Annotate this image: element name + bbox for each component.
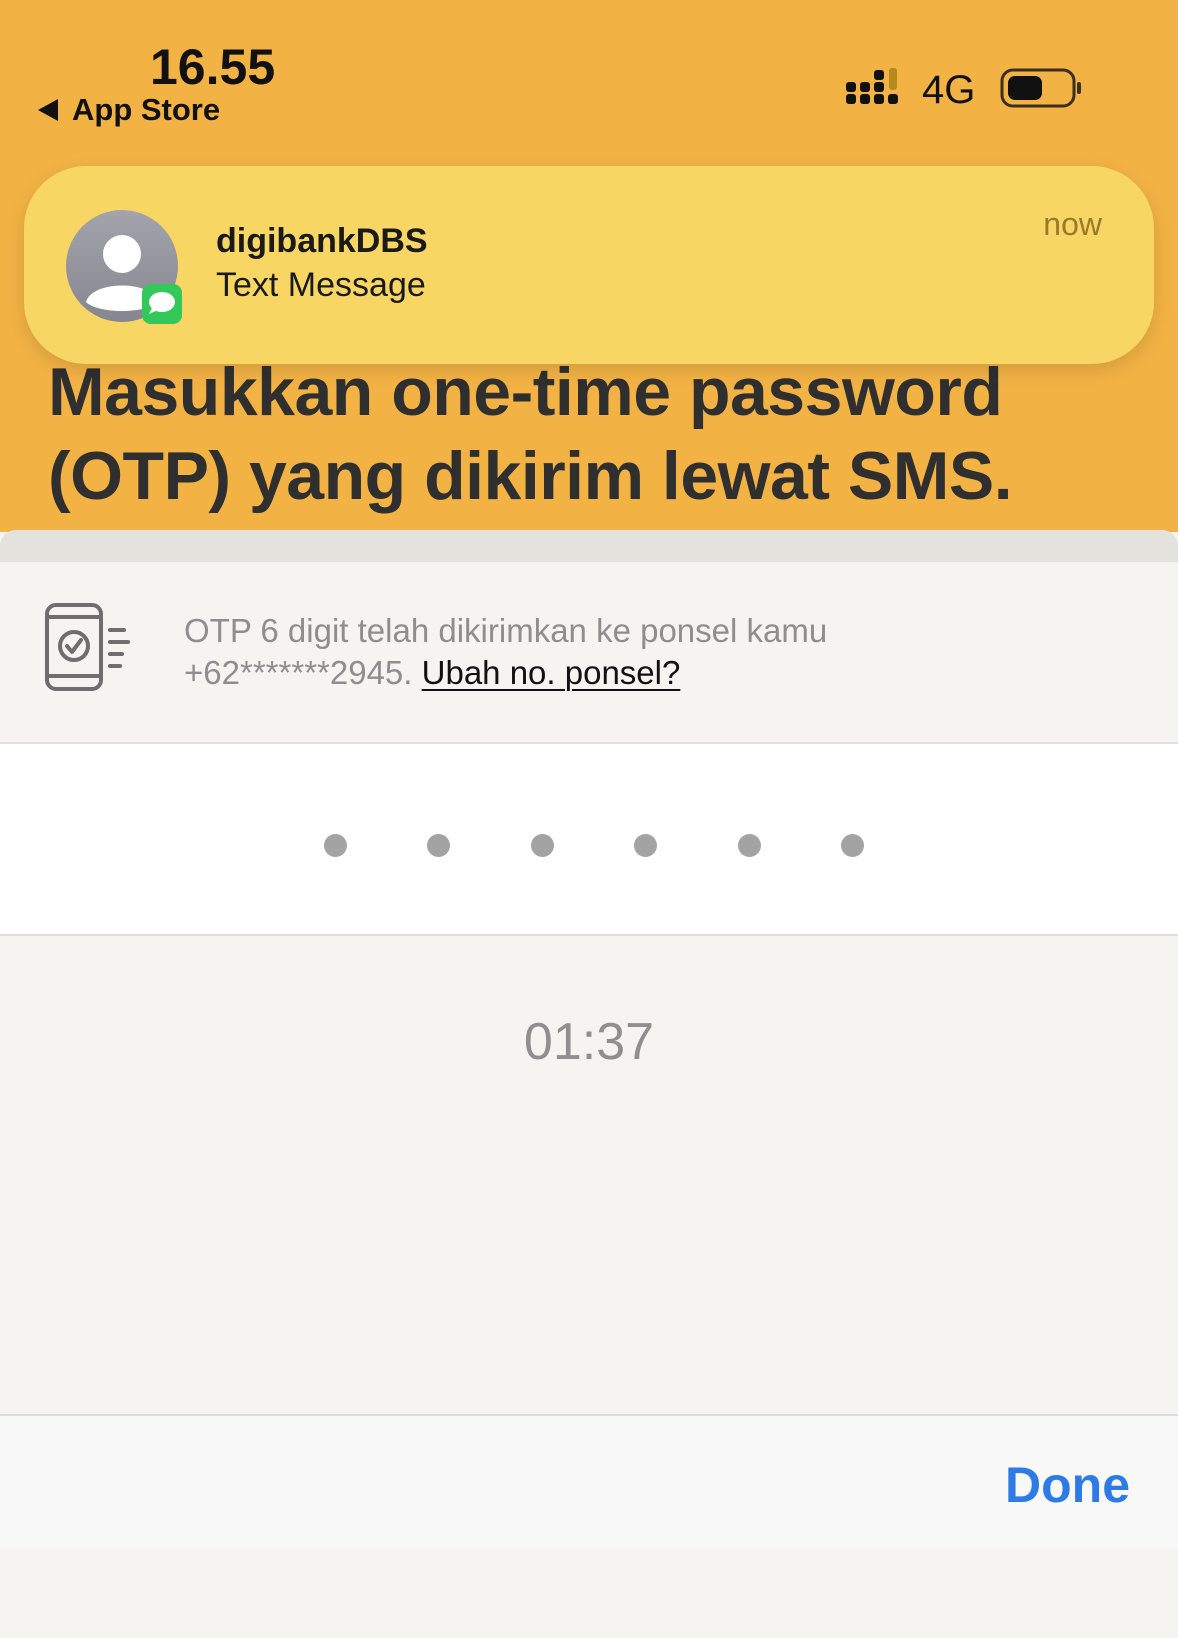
otp-sent-text: OTP 6 digit telah dikirimkan ke ponsel k… xyxy=(184,612,828,649)
otp-screen: 16.55 App Store 4G Masukkan one-time pas… xyxy=(0,0,1178,1638)
otp-digit-dot xyxy=(530,834,554,857)
notification-sender: digibankDBS xyxy=(216,222,428,260)
status-time: 16.55 xyxy=(150,39,276,95)
change-phone-link[interactable]: Ubah no. ponsel? xyxy=(422,654,681,691)
page-heading: Masukkan one-time password (OTP) yang di… xyxy=(48,354,1013,514)
contact-avatar-icon xyxy=(66,210,182,324)
otp-digit-dot xyxy=(324,834,347,857)
phone-check-icon xyxy=(45,603,130,691)
otp-digit-dot xyxy=(634,834,658,857)
sheet-top-edge xyxy=(0,530,1178,562)
messages-icon xyxy=(142,284,182,324)
notification-time: now xyxy=(1043,206,1102,242)
cellular-signal-icon xyxy=(846,68,898,104)
otp-digit-dot xyxy=(427,834,451,857)
otp-info-section: OTP 6 digit telah dikirimkan ke ponsel k… xyxy=(0,562,1178,744)
network-type: 4G xyxy=(922,68,976,112)
battery-icon xyxy=(1000,68,1081,108)
back-triangle-icon xyxy=(38,99,58,121)
back-app-label: App Store xyxy=(72,92,221,127)
otp-digit-dot xyxy=(840,834,864,857)
sms-notification-banner[interactable]: digibankDBS Text Message now xyxy=(24,166,1154,364)
otp-countdown-timer: 01:37 xyxy=(523,1013,655,1071)
otp-input-field[interactable] xyxy=(0,744,1178,936)
otp-digit-dot xyxy=(737,834,761,857)
done-button[interactable]: Done xyxy=(1005,1456,1130,1514)
keyboard-accessory-bar: Done xyxy=(0,1414,1178,1548)
otp-digit-placeholders xyxy=(324,834,864,858)
otp-sent-message: OTP 6 digit telah dikirimkan ke ponsel k… xyxy=(184,610,1144,694)
back-to-app-store-link[interactable]: App Store xyxy=(38,92,220,128)
keyboard-area xyxy=(0,1548,1178,1638)
notification-subtitle: Text Message xyxy=(216,266,426,304)
masked-phone-number: +62*******2945. xyxy=(184,654,413,691)
